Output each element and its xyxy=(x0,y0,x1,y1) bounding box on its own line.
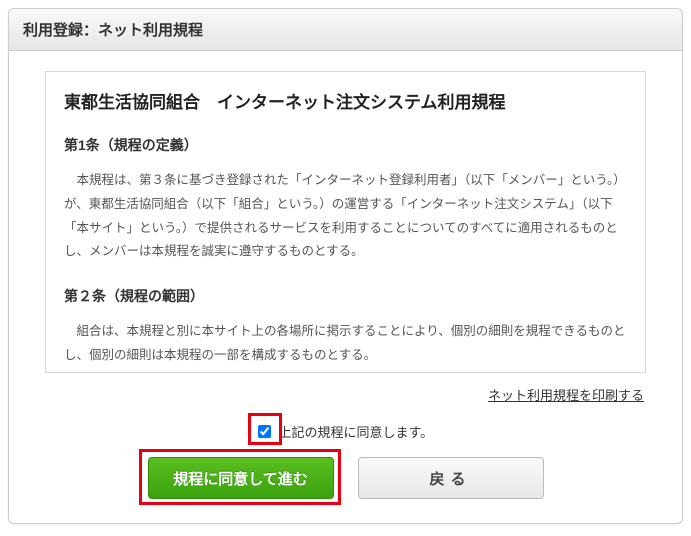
article2-title: 第２条（規程の範囲） xyxy=(64,286,627,306)
print-terms-link[interactable]: ネット利用規程を印刷する xyxy=(488,388,644,403)
article2-body: 組合は、本規程と別に本サイト上の各場所に掲示することにより、個別の細則を規程でき… xyxy=(64,320,627,368)
registration-panel: 利用登録：ネット利用規程 東都生活協同組合 インターネット注文システム利用規程 … xyxy=(8,8,683,524)
print-row: ネット利用規程を印刷する xyxy=(47,385,644,404)
terms-heading: 東都生活協同組合 インターネット注文システム利用規程 xyxy=(64,88,627,113)
article1-body: 本規程は、第３条に基づき登録された「インターネット登録利用者」（以下「メンバー」… xyxy=(64,169,627,264)
agree-checkbox[interactable] xyxy=(258,425,271,438)
button-row: 規程に同意して進む 戻る xyxy=(45,457,646,499)
back-button[interactable]: 戻る xyxy=(358,457,544,499)
agree-and-proceed-button[interactable]: 規程に同意して進む xyxy=(148,457,334,499)
article1-title: 第1条（規程の定義） xyxy=(64,135,627,155)
agree-row: 上記の規程に同意します。 xyxy=(45,422,646,441)
panel-content: 東都生活協同組合 インターネット注文システム利用規程 第1条（規程の定義） 本規… xyxy=(9,51,682,523)
terms-scrollbox[interactable]: 東都生活協同組合 インターネット注文システム利用規程 第1条（規程の定義） 本規… xyxy=(45,71,646,373)
agree-label[interactable]: 上記の規程に同意します。 xyxy=(278,425,433,440)
panel-title: 利用登録：ネット利用規程 xyxy=(9,9,682,51)
